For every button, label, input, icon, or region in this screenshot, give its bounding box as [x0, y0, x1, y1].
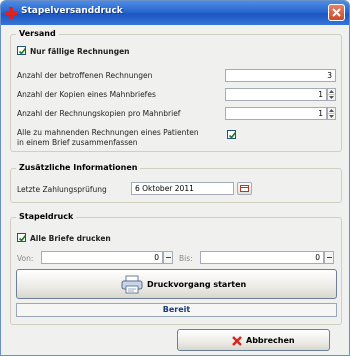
all-letters-label: Alle Briefe drucken — [30, 234, 111, 243]
from-field[interactable]: 0 — [41, 251, 163, 264]
invoice-copies-label: Anzahl der Rechnungskopien pro Mahnbrief — [17, 109, 181, 118]
all-letters-checkbox[interactable] — [17, 233, 27, 242]
status-text: Bereit — [162, 305, 191, 314]
only-due-checkbox[interactable] — [17, 46, 27, 55]
combine-checkbox[interactable] — [227, 130, 237, 139]
invoice-copies-spinner[interactable] — [327, 107, 336, 120]
copies-field[interactable]: 1 — [225, 88, 327, 101]
chevron-up-icon — [329, 109, 334, 112]
checkmark-icon — [228, 132, 237, 139]
invoice-copies-field[interactable]: 1 — [225, 107, 327, 120]
checkmark-icon — [18, 235, 27, 242]
chevron-up-icon — [329, 90, 334, 93]
copies-label: Anzahl der Kopien eines Mahnbriefes — [17, 90, 156, 99]
window-title: Stapelversanddruck — [21, 6, 123, 16]
only-due-label: Nur fällige Rechnungen — [30, 47, 130, 56]
versand-title: Versand — [16, 29, 59, 38]
calendar-button[interactable] — [237, 182, 252, 195]
to-field[interactable]: 0 — [200, 251, 324, 264]
copies-spinner[interactable] — [327, 88, 336, 101]
chevron-down-icon — [329, 115, 334, 118]
red-cross-icon — [5, 7, 17, 19]
affected-label: Anzahl der betroffenen Rechnungen — [17, 71, 153, 80]
to-decrement-button[interactable] — [324, 251, 334, 264]
chevron-down-icon — [329, 96, 334, 99]
last-payment-label: Letzte Zahlungsprüfung — [17, 185, 107, 194]
dialog-window: Stapelversanddruck Versand Nur fällige R… — [0, 0, 350, 356]
cancel-icon — [232, 336, 242, 346]
close-button[interactable] — [328, 4, 345, 21]
affected-count-field[interactable]: 3 — [225, 69, 336, 82]
status-bar: Bereit — [16, 303, 337, 317]
additional-info-title: Zusätzliche Informationen — [16, 163, 141, 172]
to-label: Bis: — [179, 254, 193, 263]
from-label: Von: — [17, 254, 34, 263]
batch-print-group: Stapeldruck Alle Briefe drucken Von: 0 B… — [10, 212, 342, 325]
cancel-label: Abbrechen — [246, 336, 295, 345]
start-print-button[interactable]: Druckvorgang starten — [16, 269, 337, 299]
additional-info-group: Zusätzliche Informationen Letzte Zahlung… — [10, 163, 342, 203]
combine-label-line1: Alle zu mahnenden Rechnungen eines Patie… — [17, 128, 199, 137]
last-payment-date-field[interactable]: 6 Oktober 2011 — [131, 182, 234, 195]
versand-group: Versand Nur fällige Rechnungen Anzahl de… — [10, 29, 342, 152]
title-bar[interactable]: Stapelversanddruck — [1, 1, 349, 25]
calendar-icon — [240, 185, 249, 192]
start-print-label: Druckvorgang starten — [147, 280, 247, 289]
printer-icon — [121, 275, 143, 294]
from-decrement-button[interactable] — [163, 251, 173, 264]
combine-label-line2: in einem Brief zusammenfassen — [17, 138, 138, 147]
close-icon — [332, 8, 341, 17]
cancel-button[interactable]: Abbrechen — [177, 329, 330, 351]
checkmark-icon — [18, 48, 27, 55]
batch-print-title: Stapeldruck — [16, 212, 77, 221]
